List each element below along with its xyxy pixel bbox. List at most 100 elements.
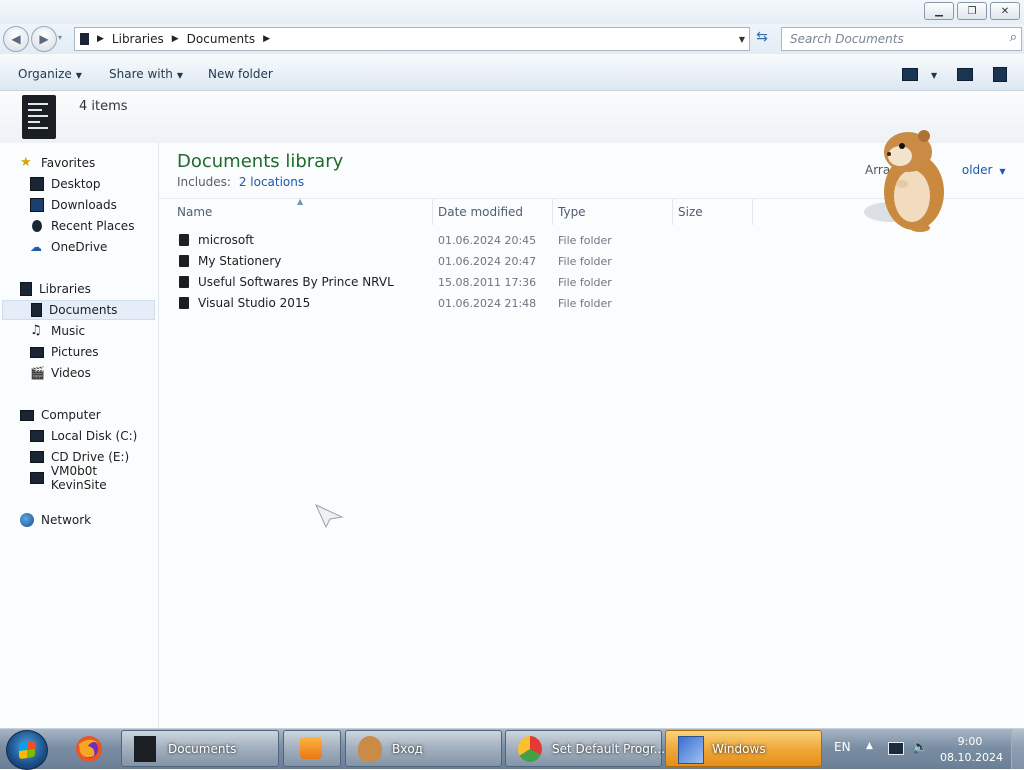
taskbar-vkhod[interactable]: Вход <box>345 730 502 767</box>
forward-arrow-icon: ▶ <box>39 32 49 46</box>
forward-button[interactable]: ▶ <box>31 26 57 52</box>
table-row[interactable]: My Stationery 01.06.2024 20:47 File fold… <box>159 251 759 272</box>
windows-logo-icon <box>19 740 35 760</box>
libraries-icon <box>20 282 32 296</box>
clock-time[interactable]: 9:00 <box>950 735 990 748</box>
address-dropdown-icon[interactable]: ▼ <box>739 35 745 44</box>
maximize-button[interactable]: ❐ <box>957 2 987 20</box>
restore-icon: ❐ <box>967 5 977 17</box>
firefox-pinned[interactable] <box>66 732 112 766</box>
nav-network[interactable]: Network <box>20 510 156 530</box>
column-divider[interactable] <box>432 199 433 225</box>
back-arrow-icon: ◀ <box>11 32 21 46</box>
taskbar-set-default-programs[interactable]: Set Default Progr... <box>505 730 665 767</box>
nav-item-music[interactable]: ♫ Music <box>30 321 156 341</box>
volume-icon[interactable]: 🔈 <box>912 740 928 755</box>
show-desktop-button[interactable] <box>1011 729 1024 769</box>
minimize-icon: ▁ <box>935 5 943 17</box>
nav-item-pictures[interactable]: Pictures <box>30 342 156 362</box>
command-bar: Organize ▼ Share with ▼ New folder ▼ <box>0 58 1024 91</box>
taskbar-button-label: Вход <box>392 742 423 756</box>
back-button[interactable]: ◀ <box>3 26 29 52</box>
library-title: Documents library <box>177 151 344 172</box>
table-row[interactable]: Useful Softwares By Prince NRVL 15.08.20… <box>159 272 759 293</box>
taskbar-windows[interactable]: Windows <box>665 730 822 767</box>
hamster-mascot[interactable] <box>862 124 952 234</box>
star-icon: ★ <box>20 155 32 170</box>
nav-item-label: Pictures <box>51 345 99 359</box>
nav-favorites[interactable]: ★ Favorites <box>20 153 156 173</box>
chevron-down-icon: ▼ <box>931 71 938 80</box>
system-tray: EN ▲ 🔈 9:00 08.10.2024 <box>822 729 1024 769</box>
file-name: microsoft <box>198 233 254 247</box>
clock-date[interactable]: 08.10.2024 <box>940 751 1003 764</box>
share-with-label: Share with <box>109 67 173 81</box>
computer-icon <box>20 409 34 421</box>
breadcrumb-separator-icon[interactable]: ▶ <box>172 34 179 44</box>
share-with-button[interactable]: Share with ▼ <box>109 67 183 81</box>
breadcrumb-documents[interactable]: Documents <box>187 32 255 46</box>
file-name: Useful Softwares By Prince NRVL <box>198 275 394 289</box>
nav-item-desktop[interactable]: Desktop <box>30 174 156 194</box>
nav-item-local-disk[interactable]: Local Disk (C:) <box>30 426 156 446</box>
nav-item-label: Desktop <box>51 177 101 191</box>
preview-pane-icon[interactable] <box>957 68 973 81</box>
close-button[interactable]: ✕ <box>990 2 1020 20</box>
column-header-date-modified[interactable]: Date modified <box>438 205 523 219</box>
table-row[interactable]: Visual Studio 2015 01.06.2024 21:48 File… <box>159 293 759 314</box>
nav-item-label: OneDrive <box>51 240 108 254</box>
column-divider[interactable] <box>672 199 673 225</box>
minimize-button[interactable]: ▁ <box>924 2 954 20</box>
folder-icon <box>179 276 189 288</box>
documents-icon <box>134 736 156 762</box>
nav-computer[interactable]: Computer <box>20 405 156 425</box>
table-row[interactable]: microsoft 01.06.2024 20:45 File folder <box>159 230 759 251</box>
nav-item-videos[interactable]: 🎬 Videos <box>30 363 156 383</box>
column-divider[interactable] <box>752 199 753 225</box>
nav-item-label: VM0b0t KevinSite <box>50 464 107 492</box>
change-view-icon[interactable] <box>902 68 918 81</box>
breadcrumb-separator-icon[interactable]: ▶ <box>263 34 270 44</box>
new-folder-button[interactable]: New folder <box>208 67 273 81</box>
column-header-name[interactable]: Name <box>177 205 212 219</box>
chevron-down-icon: ▼ <box>176 71 184 80</box>
file-date: 01.06.2024 21:48 <box>438 297 537 310</box>
cloud-icon: ☁ <box>30 240 42 254</box>
recent-pages-icon[interactable]: ▾ <box>58 33 62 42</box>
locations-link[interactable]: 2 locations <box>239 175 304 189</box>
desktop-icon <box>30 177 44 191</box>
network-drive-icon <box>30 472 44 484</box>
taskbar-media-player[interactable] <box>283 730 341 767</box>
breadcrumb-libraries[interactable]: Libraries <box>112 32 164 46</box>
show-hidden-icons-icon[interactable]: ▲ <box>866 741 873 751</box>
language-indicator[interactable]: EN <box>834 740 851 754</box>
nav-item-documents[interactable]: Documents <box>2 300 155 320</box>
nav-item-recent-places[interactable]: Recent Places <box>30 216 156 236</box>
breadcrumb-separator-icon[interactable]: ▶ <box>97 34 104 44</box>
column-divider[interactable] <box>552 199 553 225</box>
nav-favorites-label: Favorites <box>41 156 96 170</box>
taskbar-button-label: Windows <box>712 742 766 756</box>
nav-item-label: Recent Places <box>51 219 135 233</box>
address-bar[interactable]: ▶ Libraries ▶ Documents ▶ ▼ <box>74 27 750 51</box>
help-icon[interactable] <box>993 67 1007 82</box>
refresh-button[interactable]: ⇆ <box>752 29 772 47</box>
downloads-icon <box>30 198 44 212</box>
column-header-size[interactable]: Size <box>678 205 703 219</box>
organize-button[interactable]: Organize ▼ <box>18 67 82 81</box>
action-center-icon[interactable] <box>888 742 904 755</box>
taskbar-documents[interactable]: Documents <box>121 730 279 767</box>
nav-libraries[interactable]: Libraries <box>20 279 156 299</box>
search-icon[interactable]: ⌕ <box>1010 30 1017 45</box>
disk-icon <box>30 430 44 442</box>
media-player-icon <box>300 737 322 759</box>
nav-item-onedrive[interactable]: ☁ OneDrive <box>30 237 156 257</box>
start-button[interactable] <box>6 730 48 770</box>
organize-label: Organize <box>18 67 72 81</box>
column-header-type[interactable]: Type <box>558 205 586 219</box>
view-options-dropdown[interactable]: ▼ <box>927 67 937 81</box>
nav-item-downloads[interactable]: Downloads <box>30 195 156 215</box>
file-type: File folder <box>558 276 612 289</box>
search-input[interactable]: Search Documents ⌕ <box>781 27 1022 51</box>
nav-item-network-drive[interactable]: VM0b0t KevinSite <box>30 464 156 492</box>
